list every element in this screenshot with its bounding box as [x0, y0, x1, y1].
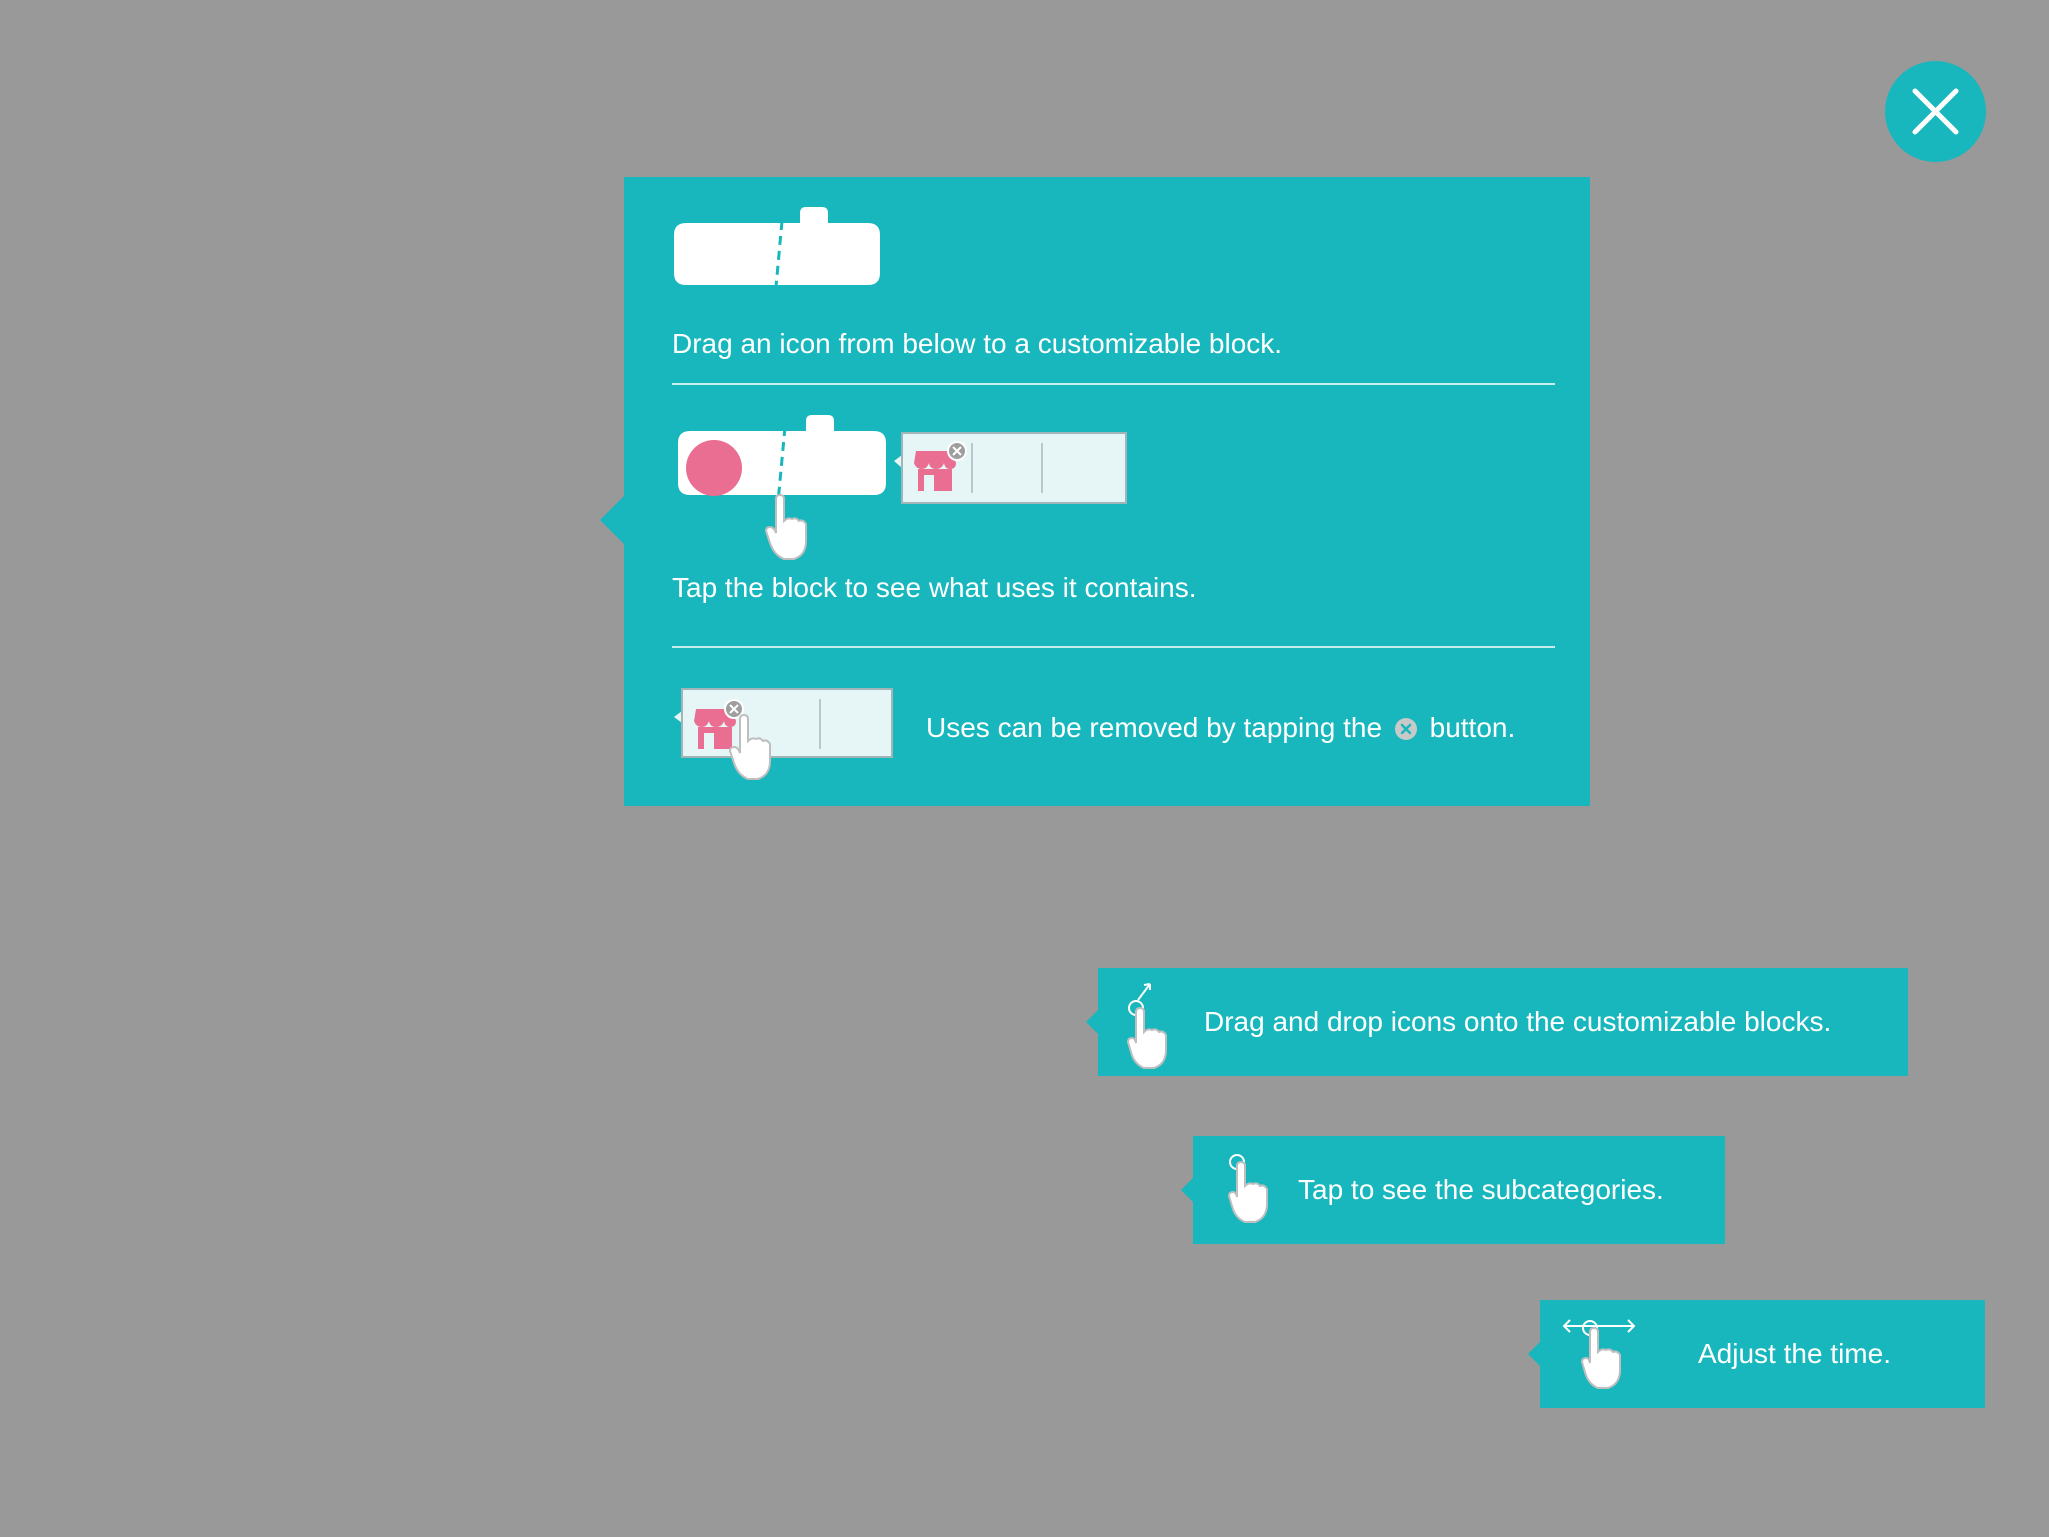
tip-subcategories-text: Tap to see the subcategories. — [1298, 1174, 1664, 1205]
tip-subcategories: Tap to see the subcategories. — [1181, 1136, 1725, 1244]
remove-use-illustration — [674, 688, 893, 780]
tap-block-illustration — [678, 415, 1127, 560]
tip-drag-drop: Drag and drop icons onto the customizabl… — [1086, 968, 1908, 1076]
close-icon — [1912, 88, 1959, 135]
help-panel-pointer — [600, 496, 624, 544]
tip-adjust-time-text: Adjust the time. — [1698, 1338, 1891, 1369]
step-remove-text-before: Uses can be removed by tapping the — [926, 712, 1383, 743]
drag-hand-icon — [1126, 983, 1167, 1069]
step-remove-text: Uses can be removed by tapping the butto… — [926, 711, 1515, 745]
tip-arrow — [1528, 1342, 1540, 1366]
help-panel: Drag an icon from below to a customizabl… — [600, 177, 1590, 806]
tip-adjust-time: Adjust the time. — [1528, 1300, 1985, 1408]
close-button[interactable] — [1885, 61, 1986, 162]
swipe-hand-icon — [1562, 1319, 1636, 1389]
tip-drag-drop-text: Drag and drop icons onto the customizabl… — [1204, 1006, 1832, 1037]
tap-hand-icon — [1227, 1154, 1268, 1223]
remove-x-icon — [1394, 718, 1417, 740]
divider — [672, 383, 1555, 385]
customizable-block-illustration — [674, 207, 880, 288]
divider — [672, 646, 1555, 648]
step-tap-block-text: Tap the block to see what uses it contai… — [672, 572, 1197, 603]
tip-arrow — [1086, 1010, 1098, 1034]
step-remove-text-after: button. — [1429, 712, 1516, 743]
tip-arrow — [1181, 1178, 1193, 1202]
step-drag-text: Drag an icon from below to a customizabl… — [672, 328, 1283, 359]
